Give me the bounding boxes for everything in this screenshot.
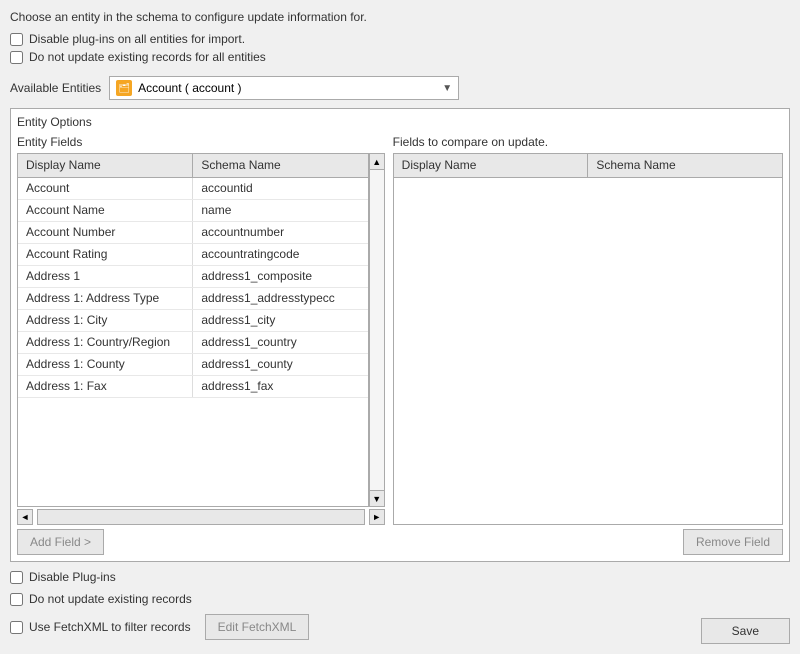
bottom-disable-plugins-label: Disable Plug-ins [29, 570, 116, 584]
left-table-row[interactable]: Address 1: Address Typeaddress1_addresst… [18, 288, 368, 310]
right-table: Display Name Schema Name [393, 153, 783, 525]
left-table-row[interactable]: Account Ratingaccountratingcode [18, 244, 368, 266]
remove-field-row: Remove Field [393, 529, 783, 555]
add-field-button[interactable]: Add Field > [17, 529, 104, 555]
left-cell-schema-name: name [193, 200, 367, 221]
left-cell-display-name: Account Number [18, 222, 193, 243]
entity-options-group: Entity Options Entity Fields Display Nam… [10, 108, 790, 562]
bottom-no-update-checkbox[interactable] [10, 593, 23, 606]
entity-selected-value: Account ( account ) [138, 81, 241, 95]
entity-fields-label: Entity Fields [17, 135, 385, 149]
no-update-label: Do not update existing records for all e… [29, 50, 266, 64]
horiz-scroll-track[interactable] [37, 509, 365, 525]
left-table-row[interactable]: Address 1: Countyaddress1_county [18, 354, 368, 376]
left-table-row[interactable]: Address 1: Country/Regionaddress1_countr… [18, 332, 368, 354]
left-cell-display-name: Account Rating [18, 244, 193, 265]
left-vertical-scrollbar[interactable]: ▲ ▼ [369, 153, 385, 507]
both-panes: Entity Fields Display Name Schema Name A… [17, 135, 783, 555]
left-cell-display-name: Account [18, 178, 193, 199]
left-cell-schema-name: address1_composite [193, 266, 367, 287]
main-container: Choose an entity in the schema to config… [0, 0, 800, 654]
left-header-display-name: Display Name [18, 154, 193, 177]
vscroll-up-btn[interactable]: ▲ [370, 154, 384, 170]
instructions-text: Choose an entity in the schema to config… [10, 10, 790, 24]
left-table-row[interactable]: Address 1address1_composite [18, 266, 368, 288]
scroll-right-btn[interactable]: ► [369, 509, 385, 525]
left-cell-schema-name: address1_country [193, 332, 367, 353]
bottom-no-update-label: Do not update existing records [29, 592, 192, 606]
no-update-row: Do not update existing records for all e… [10, 50, 790, 64]
left-cell-display-name: Address 1: Country/Region [18, 332, 193, 353]
left-table-row[interactable]: Accountaccountid [18, 178, 368, 200]
dropdown-chevron-icon: ▼ [442, 83, 452, 94]
left-table: Display Name Schema Name Accountaccounti… [17, 153, 369, 507]
horiz-scroll-area: ◄ ► [17, 509, 385, 525]
right-header-schema-name: Schema Name [588, 154, 782, 177]
available-entities-label: Available Entities [10, 81, 101, 95]
left-table-row[interactable]: Account Numberaccountnumber [18, 222, 368, 244]
left-cell-schema-name: address1_city [193, 310, 367, 331]
right-table-body[interactable] [394, 178, 782, 524]
bottom-fetchxml-checkbox[interactable] [10, 621, 23, 634]
left-cell-display-name: Address 1: County [18, 354, 193, 375]
left-table-body[interactable]: AccountaccountidAccount NamenameAccount … [18, 178, 368, 506]
left-cell-display-name: Address 1: Address Type [18, 288, 193, 309]
left-cell-schema-name: address1_addresstypecc [193, 288, 367, 309]
left-cell-display-name: Address 1 [18, 266, 193, 287]
left-cell-schema-name: address1_county [193, 354, 367, 375]
fields-compare-label: Fields to compare on update. [393, 135, 783, 149]
global-options: Disable plug-ins on all entities for imp… [10, 32, 790, 68]
left-cell-display-name: Address 1: City [18, 310, 193, 331]
vscroll-down-btn[interactable]: ▼ [370, 490, 384, 506]
left-cell-schema-name: accountnumber [193, 222, 367, 243]
right-table-header: Display Name Schema Name [394, 154, 782, 178]
left-pane: Entity Fields Display Name Schema Name A… [17, 135, 385, 555]
right-header-display-name: Display Name [394, 154, 589, 177]
left-table-outer: Display Name Schema Name Accountaccounti… [17, 153, 385, 507]
disable-plugins-checkbox[interactable] [10, 33, 23, 46]
bottom-left: Disable Plug-ins Do not update existing … [10, 570, 309, 644]
bottom-actions: Disable Plug-ins Do not update existing … [10, 570, 790, 644]
add-field-row: Add Field > [17, 529, 385, 555]
left-cell-schema-name: accountratingcode [193, 244, 367, 265]
edit-fetchxml-button[interactable]: Edit FetchXML [205, 614, 310, 640]
left-table-header: Display Name Schema Name [18, 154, 368, 178]
scroll-left-btn[interactable]: ◄ [17, 509, 33, 525]
disable-plugins-row: Disable plug-ins on all entities for imp… [10, 32, 790, 46]
left-cell-display-name: Account Name [18, 200, 193, 221]
left-header-schema-name: Schema Name [193, 154, 367, 177]
left-cell-schema-name: accountid [193, 178, 367, 199]
group-legend: Entity Options [17, 115, 783, 129]
entity-icon: 🗂 [116, 80, 132, 96]
bottom-fetchxml-row: Use FetchXML to filter records Edit Fetc… [10, 614, 309, 640]
entity-dropdown[interactable]: 🗂 Account ( account ) ▼ [109, 76, 459, 100]
left-cell-display-name: Address 1: Fax [18, 376, 193, 397]
disable-plugins-label: Disable plug-ins on all entities for imp… [29, 32, 245, 46]
left-table-row[interactable]: Address 1: Faxaddress1_fax [18, 376, 368, 398]
left-cell-schema-name: address1_fax [193, 376, 367, 397]
bottom-disable-plugins-row: Disable Plug-ins [10, 570, 309, 584]
bottom-no-update-row: Do not update existing records [10, 592, 309, 606]
remove-field-button[interactable]: Remove Field [683, 529, 783, 555]
bottom-right: Save [701, 618, 790, 644]
available-entities-row: Available Entities 🗂 Account ( account )… [10, 76, 790, 100]
right-pane: Fields to compare on update. Display Nam… [393, 135, 783, 555]
left-table-row[interactable]: Account Namename [18, 200, 368, 222]
left-table-row[interactable]: Address 1: Cityaddress1_city [18, 310, 368, 332]
bottom-fetchxml-label: Use FetchXML to filter records [29, 620, 191, 634]
bottom-disable-plugins-checkbox[interactable] [10, 571, 23, 584]
no-update-checkbox[interactable] [10, 51, 23, 64]
save-button[interactable]: Save [701, 618, 790, 644]
